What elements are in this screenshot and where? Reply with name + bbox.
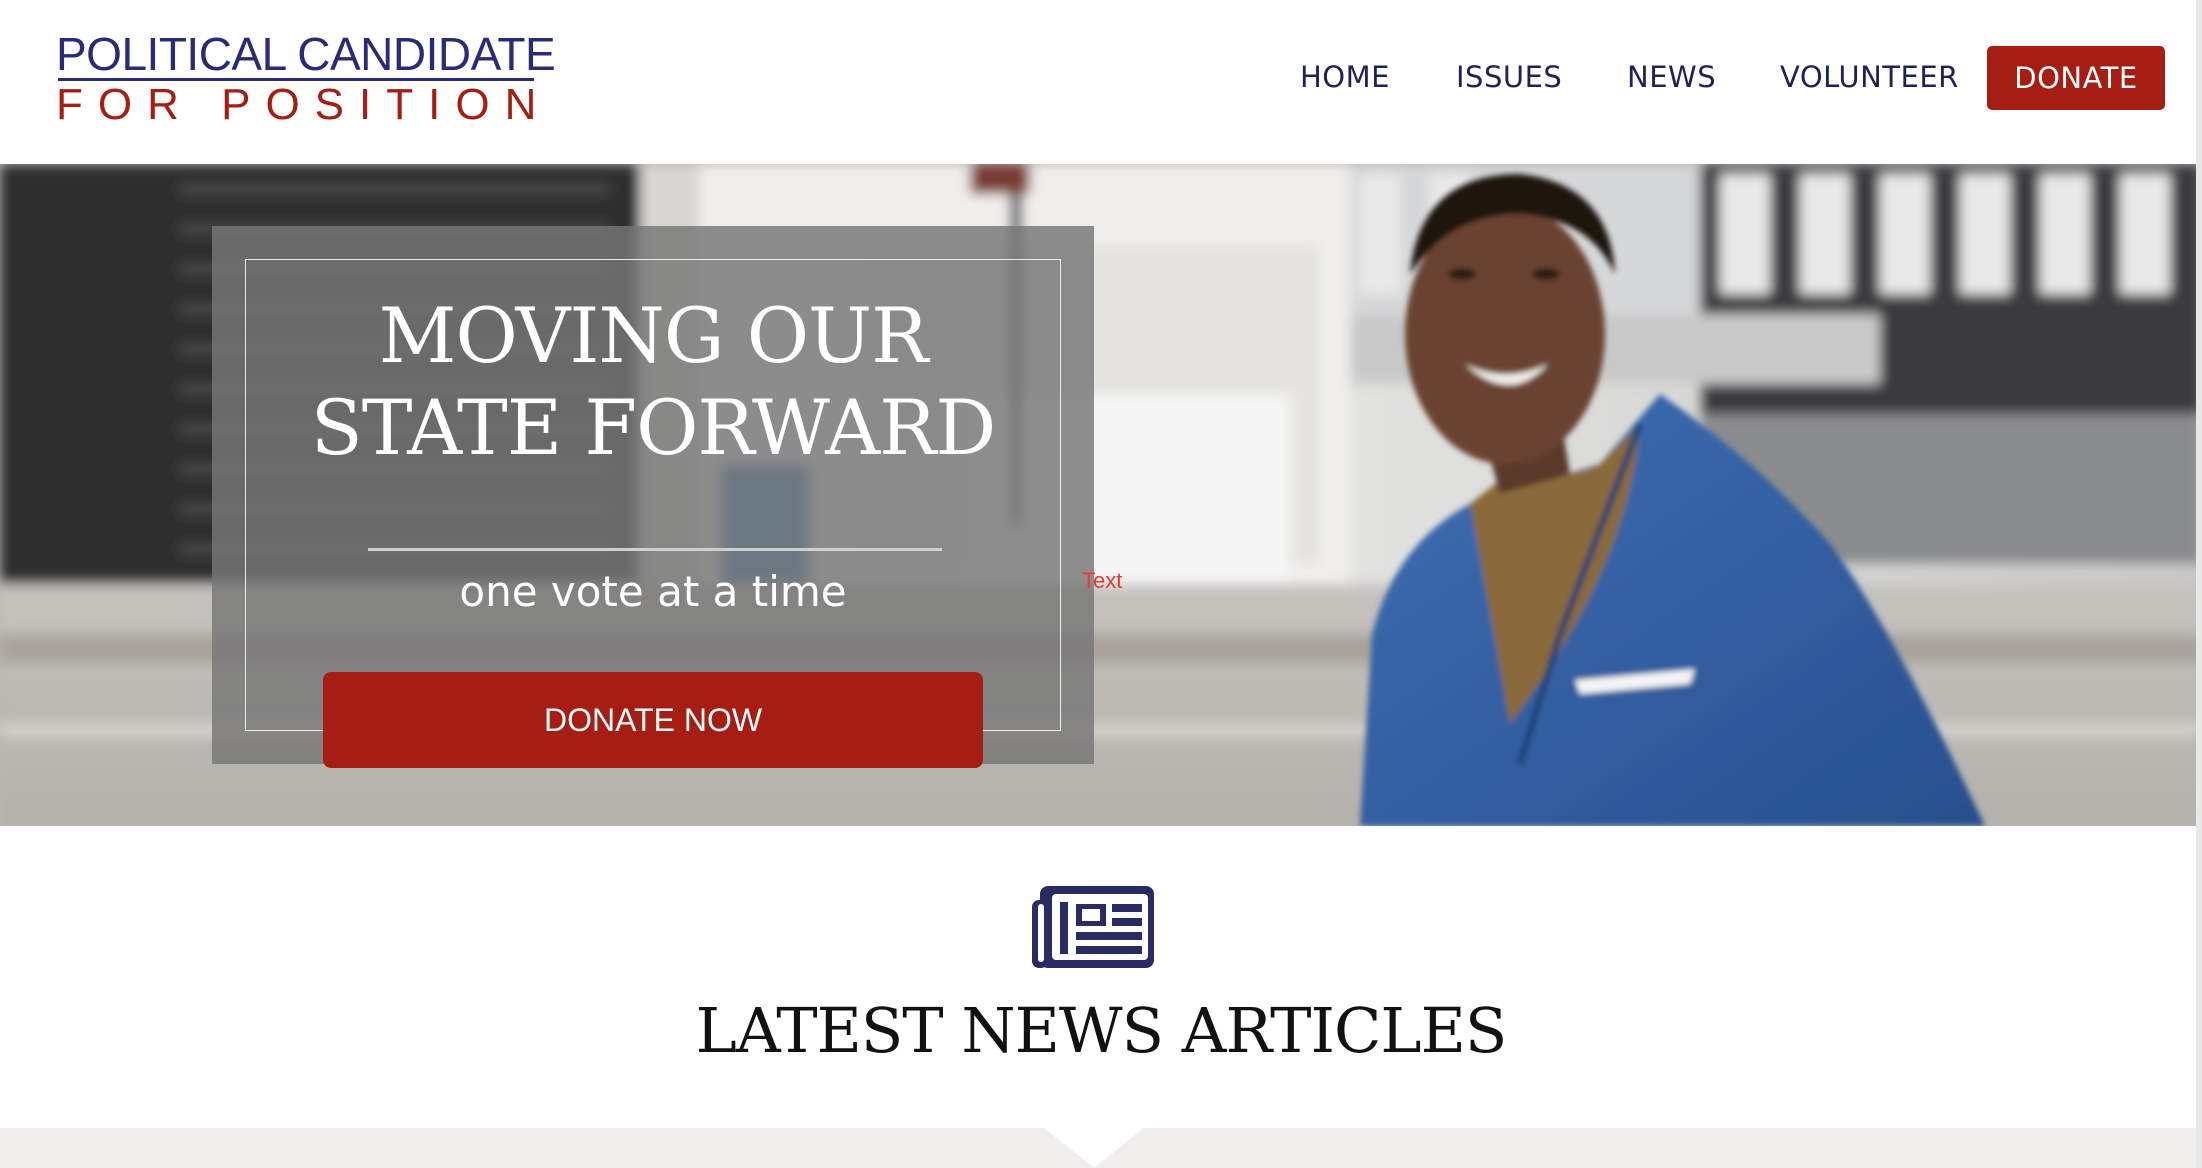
section-notch — [1044, 1128, 1144, 1168]
nav-news[interactable]: NEWS — [1627, 60, 1716, 94]
logo-line2: FOR POSITION — [56, 80, 552, 129]
nav-issues[interactable]: ISSUES — [1456, 60, 1562, 94]
hero-title-line2: STATE FORWARD — [310, 383, 997, 472]
donate-now-button[interactable]: DONATE NOW — [323, 672, 983, 768]
latest-news-section: LATEST NEWS ARTICLES — [0, 826, 2202, 1168]
site-logo[interactable]: POLITICAL CANDIDATE FOR POSITION — [56, 28, 556, 129]
latest-news-heading: LATEST NEWS ARTICLES — [695, 994, 1508, 1067]
hero-card: MOVING OUR STATE FORWARD one vote at a t… — [212, 226, 1094, 768]
page: POLITICAL CANDIDATE FOR POSITION HOME IS… — [0, 0, 2202, 1168]
placeholder-text-label: Text — [1082, 568, 1123, 593]
newspaper-icon — [1032, 886, 1154, 968]
scrollbar-track[interactable] — [2196, 0, 2202, 1168]
hero-subtitle: one vote at a time — [459, 567, 847, 616]
hero-banner: MOVING OUR STATE FORWARD one vote at a t… — [0, 164, 2202, 826]
hero-divider — [368, 548, 942, 551]
logo-line1: POLITICAL CANDIDATE — [56, 28, 556, 80]
nav-donate-button[interactable]: DONATE — [1987, 46, 2165, 110]
nav-home[interactable]: HOME — [1300, 60, 1390, 94]
site-header: POLITICAL CANDIDATE FOR POSITION HOME IS… — [0, 0, 2202, 164]
hero-title: MOVING OUR STATE FORWARD — [212, 290, 1094, 474]
nav-volunteer[interactable]: VOLUNTEER — [1780, 60, 1959, 94]
hero-title-line1: MOVING OUR — [378, 291, 929, 380]
